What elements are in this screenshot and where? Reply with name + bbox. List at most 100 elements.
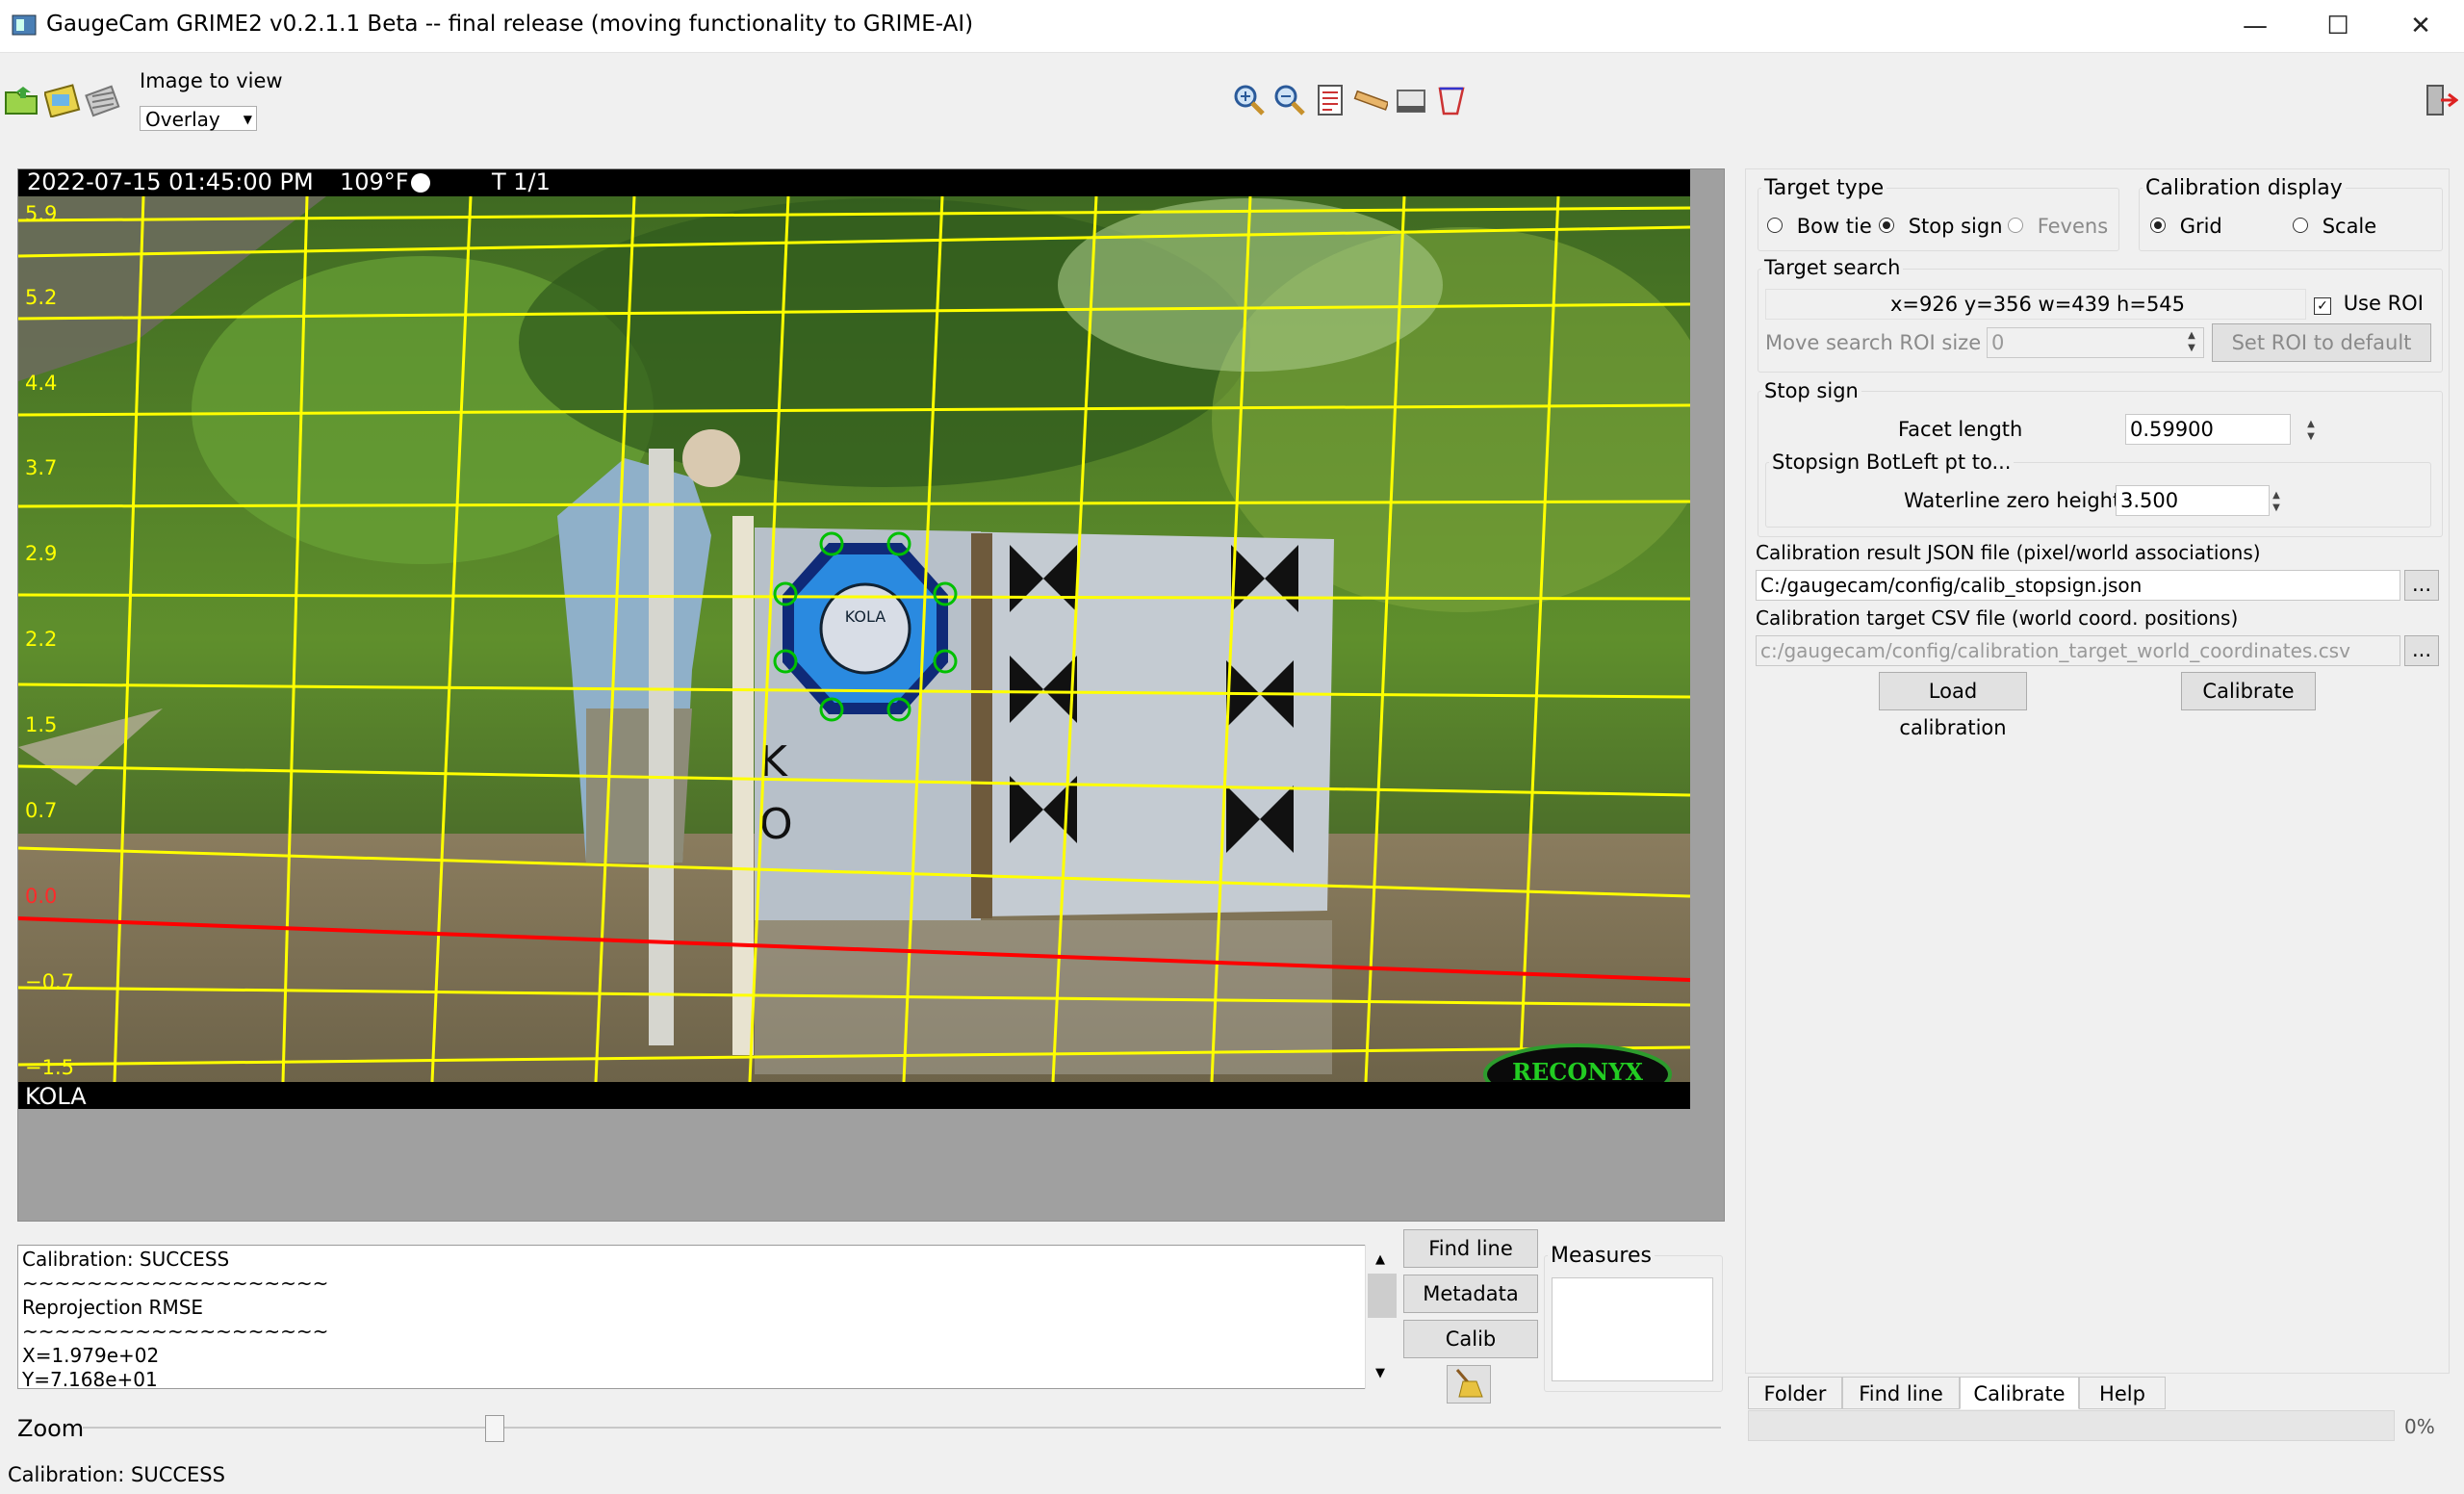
close-button[interactable]: ✕	[2379, 0, 2462, 52]
scale-label: 1.5	[25, 713, 58, 736]
tab-help[interactable]: Help	[2079, 1377, 2166, 1409]
log-line: Calibration: SUCCESS	[22, 1248, 230, 1271]
image-camera-name: KOLA	[25, 1083, 87, 1110]
metadata-button[interactable]: Metadata	[1403, 1275, 1538, 1313]
spin-arrows-icon[interactable]: ▲ ▼	[2300, 418, 2322, 443]
scale-label: −1.5	[25, 1056, 74, 1079]
window-title: GaugeCam GRIME2 v0.2.1.1 Beta -- final r…	[46, 12, 974, 37]
tab-folder[interactable]: Folder	[1748, 1377, 1842, 1409]
image-temperature: 109°F	[340, 168, 409, 195]
json-file-input[interactable]: C:/gaugecam/config/calib_stopsign.json	[1756, 570, 2400, 601]
spin-arrows-icon[interactable]: ▲ ▼	[2181, 329, 2202, 354]
set-roi-default-button[interactable]: Set ROI to default	[2212, 323, 2431, 362]
image-to-view-value: Overlay	[145, 108, 220, 131]
display-grid-radio[interactable]: Grid	[2150, 215, 2222, 238]
radio-icon	[2293, 218, 2308, 233]
waterline-zero-label: Waterline zero height	[1904, 489, 2121, 512]
radio-icon	[2008, 218, 2023, 233]
calibration-display-title: Calibration display	[2143, 176, 2346, 200]
radio-icon	[1767, 218, 1783, 233]
checkmark-icon: ✓	[2314, 297, 2331, 315]
rectangle-icon[interactable]	[1394, 83, 1428, 117]
log-output[interactable]: Calibration: SUCCESS ~~~~~~~~~~~~~~~~~~~…	[17, 1245, 1398, 1389]
log-line: ~~~~~~~~~~~~~~~~~~~	[22, 1320, 329, 1343]
scale-label: 5.9	[25, 202, 58, 225]
sign-text: KOLA	[845, 607, 886, 626]
grid-settings-icon[interactable]	[85, 83, 120, 117]
image-frame: T 1/1	[492, 168, 551, 195]
facet-length-label: Facet length	[1898, 418, 2023, 441]
waterline-zero-input[interactable]: 3.500	[2116, 485, 2270, 516]
log-scrollbar[interactable]: ▲ ▼	[1365, 1245, 1399, 1389]
tab-find-line[interactable]: Find line	[1842, 1377, 1960, 1409]
exit-icon[interactable]	[2424, 83, 2459, 117]
stopsign-botleft-title: Stopsign BotLeft pt to...	[1769, 451, 2015, 474]
browse-csv-button[interactable]: ...	[2404, 635, 2439, 666]
open-folder-icon[interactable]	[4, 83, 38, 117]
target-type-stop-sign[interactable]: Stop sign	[1879, 215, 2003, 238]
calibration-image: KOLA K O RECONYX 2022-07-15 01:45:00 PM …	[18, 168, 1690, 1110]
calib-button[interactable]: Calib	[1403, 1320, 1538, 1358]
log-line: X=1.979e+02	[22, 1344, 160, 1367]
zoom-in-icon[interactable]	[1232, 83, 1267, 117]
svg-text:O: O	[759, 800, 793, 849]
image-to-view-label: Image to view	[140, 69, 283, 92]
zoom-out-icon[interactable]	[1272, 83, 1307, 117]
scale-label: 2.9	[25, 542, 58, 565]
facet-length-input[interactable]: 0.59900	[2125, 414, 2291, 445]
json-file-label: Calibration result JSON file (pixel/worl…	[1756, 541, 2261, 564]
chevron-down-icon: ▼	[243, 113, 252, 126]
move-roi-label: Move search ROI size	[1765, 331, 1982, 354]
radio-label: Stop sign	[1908, 215, 2003, 238]
display-scale-radio[interactable]: Scale	[2293, 215, 2376, 238]
progress-percent: 0%	[2404, 1415, 2435, 1438]
target-type-bow-tie[interactable]: Bow tie	[1767, 215, 1872, 238]
save-image-icon[interactable]	[43, 83, 81, 118]
spin-arrows-icon[interactable]: ▲ ▼	[2266, 489, 2287, 514]
scale-label: 2.2	[25, 628, 58, 651]
list-icon[interactable]	[1313, 83, 1348, 117]
title-bar: GaugeCam GRIME2 v0.2.1.1 Beta -- final r…	[0, 0, 2464, 53]
load-calibration-button[interactable]: Load calibration	[1879, 672, 2027, 739]
zoom-slider-handle[interactable]	[485, 1415, 504, 1442]
zoom-label: Zoom	[17, 1415, 85, 1442]
calibrate-button[interactable]: Calibrate	[2181, 672, 2316, 710]
radio-label: Fevens	[2037, 215, 2109, 238]
log-line: Reprojection RMSE	[22, 1296, 204, 1319]
move-roi-input[interactable]: 0	[1987, 327, 2204, 358]
target-type-fevens[interactable]: Fevens	[2008, 215, 2108, 238]
scale-label: 0.0	[25, 885, 58, 908]
reconyx-logo-text: RECONYX	[1512, 1058, 1643, 1086]
scale-label: −0.7	[25, 970, 74, 993]
roi-value-field: x=926 y=356 w=439 h=545	[1765, 289, 2306, 320]
zoom-slider-track[interactable]	[83, 1427, 1721, 1429]
status-text: Calibration: SUCCESS	[8, 1463, 225, 1486]
minimize-button[interactable]: —	[2214, 0, 2297, 52]
use-roi-checkbox[interactable]: ✓ Use ROI	[2314, 292, 2424, 315]
find-line-button[interactable]: Find line	[1403, 1229, 1538, 1268]
image-to-view-select[interactable]: Overlay ▼	[140, 106, 257, 131]
radio-selected-icon	[1879, 218, 1894, 233]
app-icon	[12, 13, 37, 37]
log-line: Y=7.168e+01	[22, 1368, 158, 1389]
ruler-icon[interactable]	[1353, 83, 1390, 117]
radio-label: Scale	[2322, 215, 2377, 238]
scale-label: 4.4	[25, 372, 58, 395]
image-viewport[interactable]: KOLA K O RECONYX 2022-07-15 01:45:00 PM …	[17, 168, 1725, 1222]
image-timestamp: 2022-07-15 01:45:00 PM	[27, 168, 314, 195]
polygon-icon[interactable]	[1434, 83, 1469, 117]
csv-file-input[interactable]: c:/gaugecam/config/calibration_target_wo…	[1756, 635, 2400, 666]
measures-output[interactable]	[1552, 1277, 1713, 1381]
log-line: ~~~~~~~~~~~~~~~~~~~	[22, 1272, 329, 1295]
browse-json-button[interactable]: ...	[2404, 570, 2439, 601]
maximize-button[interactable]: ☐	[2297, 0, 2379, 52]
scroll-thumb[interactable]	[1368, 1274, 1397, 1318]
tab-calibrate[interactable]: Calibrate	[1960, 1377, 2079, 1409]
use-roi-label: Use ROI	[2343, 292, 2424, 315]
progress-bar	[1748, 1410, 2395, 1441]
scroll-up-icon[interactable]: ▲	[1375, 1252, 1385, 1267]
target-search-title: Target search	[1761, 256, 1904, 279]
scroll-down-icon[interactable]: ▼	[1375, 1366, 1385, 1380]
clear-log-button[interactable]	[1447, 1365, 1491, 1404]
radio-label: Grid	[2179, 215, 2222, 238]
